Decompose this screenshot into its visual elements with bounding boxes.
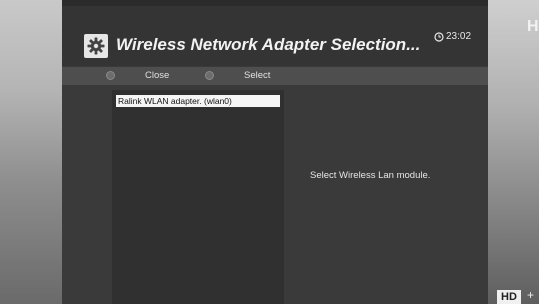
channel-logo: H [527,18,539,35]
info-hint: Select Wireless Lan module. [310,170,431,181]
adapter-list: Ralink WLAN adapter. (wlan0) [112,90,284,304]
hd-badge: HD [497,290,521,304]
button-bar: Close Select [62,67,488,85]
close-button[interactable]: Close [145,70,169,81]
dialog-header: Wireless Network Adapter Selection... 23… [62,6,488,66]
dialog-title: Wireless Network Adapter Selection... [116,35,421,54]
hd-plus-mark: + [527,288,535,302]
clock-time: 23:02 [446,31,472,42]
settings-gear-icon [84,34,108,58]
background-scene-left [0,0,62,304]
close-button-dot-icon[interactable] [106,71,115,80]
clock-icon [434,32,444,42]
select-button-dot-icon[interactable] [205,71,214,80]
select-button[interactable]: Select [244,70,270,81]
adapter-list-item[interactable]: Ralink WLAN adapter. (wlan0) [116,95,280,107]
background-scene-right [488,0,539,304]
adapter-selection-dialog: Wireless Network Adapter Selection... 23… [62,6,488,304]
